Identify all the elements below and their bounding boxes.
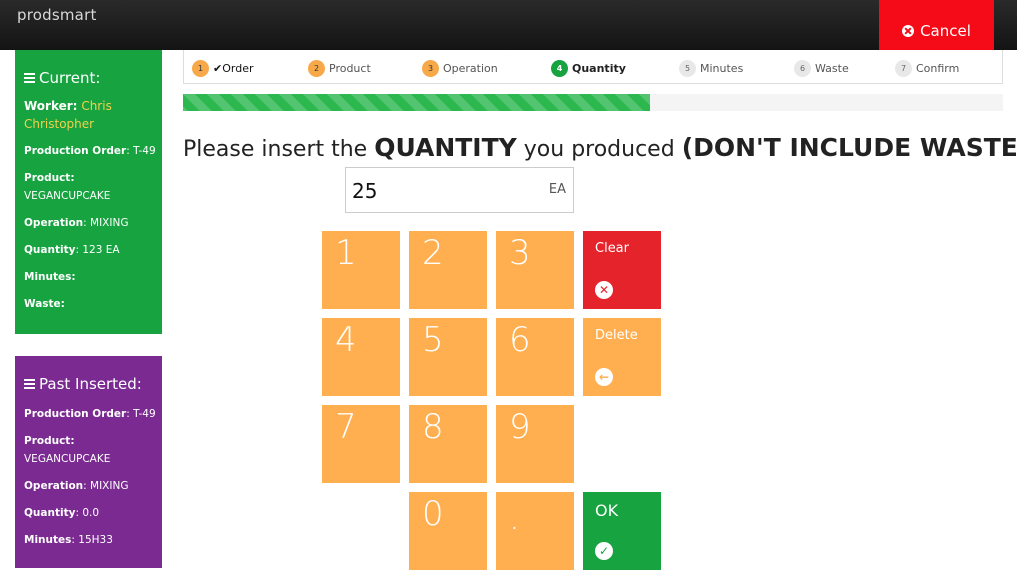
step-operation[interactable]: 3 Operation [422,60,498,77]
cancel-button[interactable]: Cancel [879,0,994,50]
bars-icon [24,73,35,83]
current-order-row: Production Order: T-49 [24,145,156,157]
bars-icon [24,379,35,389]
past-order-row: Production Order: T-49 [24,408,156,420]
past-product-row: Product: VEGANCUPCAKE [24,435,111,465]
worker-label: Worker: [24,99,78,113]
step-order[interactable]: 1 ✔ Order [192,60,253,77]
step-confirm[interactable]: 7 Confirm [895,60,959,77]
past-minutes-row: Minutes: 15H33 [24,534,113,546]
wizard-steps: 1 ✔ Order 2 Product 3 Operation 4 Quantit… [183,50,1003,84]
current-quantity-row: Quantity: 123 EA [24,244,120,256]
quantity-input[interactable]: 25 EA [345,167,574,213]
ok-button[interactable]: OK ✓ [583,492,661,570]
current-waste-row: Waste: [24,298,65,310]
current-minutes-row: Minutes: [24,271,76,283]
step-quantity[interactable]: 4 Quantity [551,60,626,77]
quantity-prompt: Please insert the QUANTITY you produced … [183,133,1017,162]
key-2[interactable]: 2 [409,231,487,309]
step-product[interactable]: 2 Product [308,60,371,77]
check-icon: ✔ [213,62,223,75]
cancel-label: Cancel [920,22,971,40]
progress-bar [183,94,1003,111]
times-circle-icon: ✕ [595,281,613,299]
past-quantity-row: Quantity: 0.0 [24,507,100,519]
past-inserted-panel: Past Inserted: Production Order: T-49 Pr… [15,356,162,568]
current-panel: Current: Worker: Chris Christopher Produ… [15,50,162,334]
key-4[interactable]: 4 [322,318,400,396]
step-minutes[interactable]: 5 Minutes [679,60,743,77]
current-panel-title: Current: [24,69,162,87]
quantity-unit: EA [548,182,566,197]
key-3[interactable]: 3 [496,231,574,309]
key-0[interactable]: 0 [409,492,487,570]
quantity-value: 25 [352,179,378,203]
key-1[interactable]: 1 [322,231,400,309]
key-decimal[interactable]: . [496,492,574,570]
key-9[interactable]: 9 [496,405,574,483]
progress-fill [183,94,651,111]
worker-row: Worker: Chris Christopher [24,97,162,133]
clear-button[interactable]: Clear ✕ [583,231,661,309]
past-panel-title: Past Inserted: [24,375,162,393]
times-circle-icon [902,25,915,37]
check-circle-icon: ✓ [595,542,613,560]
delete-button[interactable]: Delete ← [583,318,661,396]
key-8[interactable]: 8 [409,405,487,483]
current-operation-row: Operation: MIXING [24,217,129,229]
key-5[interactable]: 5 [409,318,487,396]
current-product-row: Product: VEGANCUPCAKE [24,172,111,202]
key-6[interactable]: 6 [496,318,574,396]
app-logo: prodsmart [17,6,97,24]
step-waste[interactable]: 6 Waste [794,60,849,77]
past-operation-row: Operation: MIXING [24,480,129,492]
top-bar: prodsmart Cancel [0,0,1017,50]
key-7[interactable]: 7 [322,405,400,483]
arrow-left-circle-icon: ← [595,368,613,386]
